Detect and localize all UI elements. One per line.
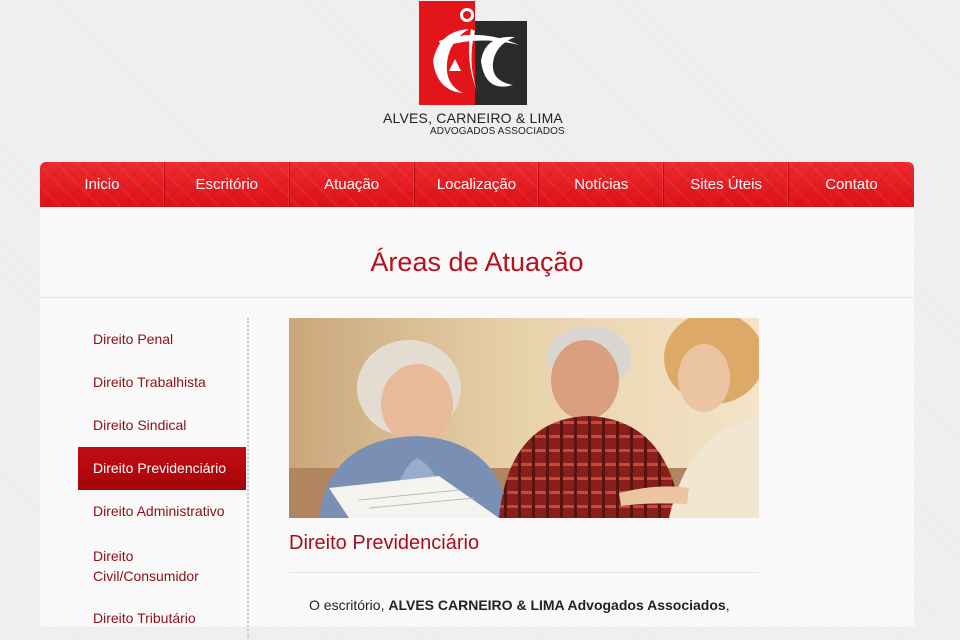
content-text-bold: ALVES CARNEIRO & LIMA Advogados Associad… xyxy=(388,597,726,613)
title-divider xyxy=(40,297,914,298)
content-text: O escritório, ALVES CARNEIRO & LIMA Advo… xyxy=(289,595,759,615)
sidebar-menu: Direito Penal Direito Trabalhista Direit… xyxy=(78,318,248,640)
nav-item-sites-uteis[interactable]: Sites Úteis xyxy=(664,162,790,207)
nav-item-noticias[interactable]: Notícias xyxy=(539,162,665,207)
logo-mark-icon xyxy=(419,1,527,105)
content-photo xyxy=(289,318,759,518)
sidebar-item-direito-administrativo[interactable]: Direito Administrativo xyxy=(78,490,248,533)
content-title: Direito Previdenciário xyxy=(289,532,480,554)
sidebar-divider xyxy=(247,318,249,638)
content-text-prefix: O escritório, xyxy=(309,597,385,613)
sidebar-item-direito-tributario[interactable]: Direito Tributário xyxy=(78,597,248,640)
page-title: Áreas de Atuação xyxy=(370,247,584,277)
site-logo[interactable]: ALVES, CARNEIRO & LIMA ADVOGADOS ASSOCIA… xyxy=(0,0,960,150)
sidebar-item-direito-civil-consumidor[interactable]: Direito Civil/Consumidor xyxy=(78,533,228,597)
logo-name: ALVES, CARNEIRO & LIMA xyxy=(383,110,563,126)
main-nav: Inicio Escritório Atuação Localização No… xyxy=(40,162,914,207)
sidebar-item-direito-penal[interactable]: Direito Penal xyxy=(78,318,248,361)
content-text-suffix: , xyxy=(725,597,730,613)
sidebar-item-direito-sindical[interactable]: Direito Sindical xyxy=(78,404,248,447)
main-panel: Áreas de Atuação Direito Penal Direito T… xyxy=(40,207,914,638)
nav-item-atuacao[interactable]: Atuação xyxy=(290,162,415,207)
nav-item-contato[interactable]: Contato xyxy=(789,162,914,207)
nav-item-escritorio[interactable]: Escritório xyxy=(165,162,290,207)
nav-item-localizacao[interactable]: Localização xyxy=(415,162,540,207)
nav-item-inicio[interactable]: Inicio xyxy=(40,162,165,207)
sidebar-item-direito-trabalhista[interactable]: Direito Trabalhista xyxy=(78,361,248,404)
sidebar-item-direito-previdenciario[interactable]: Direito Previdenciário xyxy=(78,447,246,490)
logo-subtitle: ADVOGADOS ASSOCIADOS xyxy=(430,126,565,137)
content-divider xyxy=(289,572,759,573)
